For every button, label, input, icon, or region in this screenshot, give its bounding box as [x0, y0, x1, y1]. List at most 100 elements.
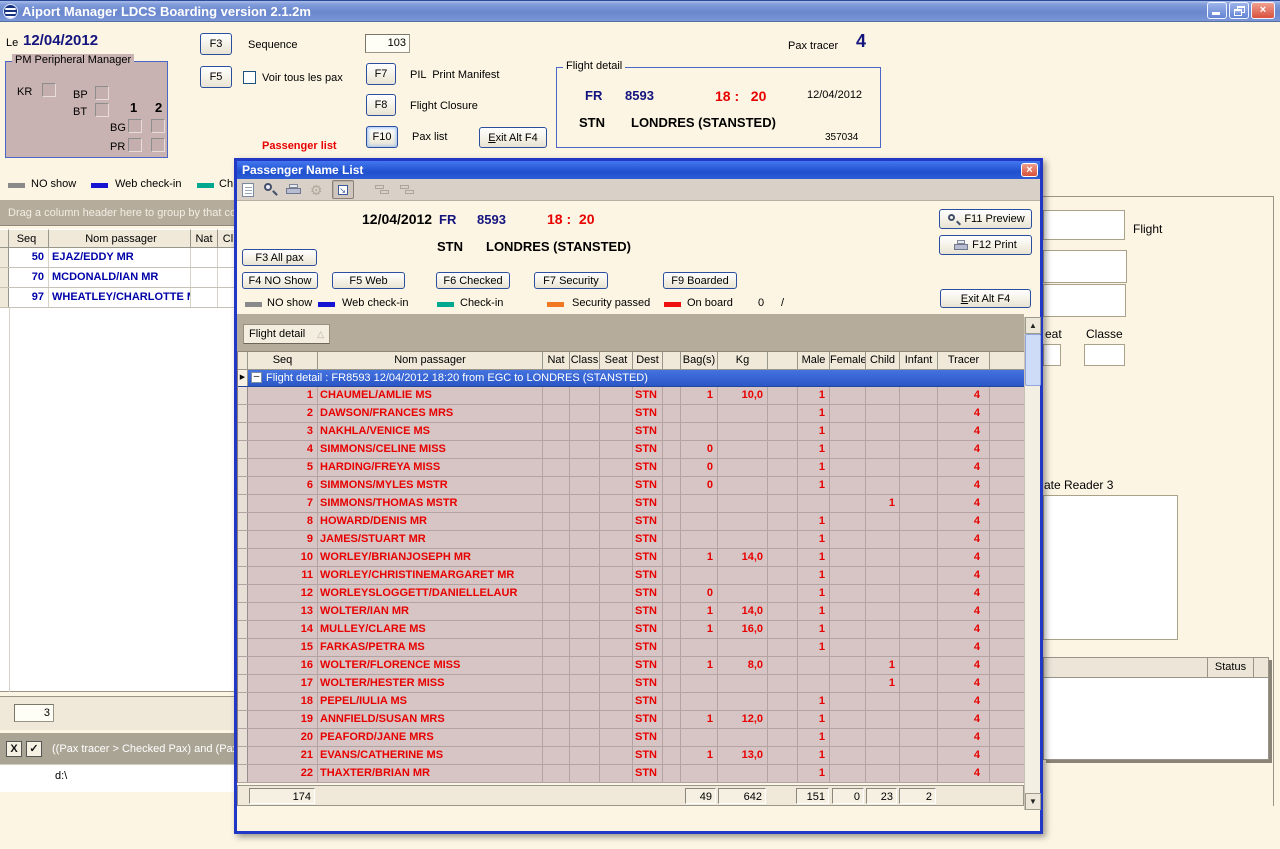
collapse-group-icon[interactable]: –: [251, 372, 262, 383]
f7-label: PIL Print Manifest: [410, 69, 499, 81]
pnl-column-header[interactable]: Seq: [248, 352, 318, 370]
f7-button[interactable]: F7: [366, 63, 396, 85]
passenger-row[interactable]: 16WOLTER/FLORENCE MISSSTN18,014: [238, 657, 1024, 675]
bg-box-2[interactable]: [151, 119, 165, 133]
passenger-row[interactable]: 19ANNFIELD/SUSAN MRSSTN112,014: [238, 711, 1024, 729]
passenger-row[interactable]: 9JAMES/STUART MRSTN14: [238, 531, 1024, 549]
pr-label: PR: [110, 141, 125, 153]
classe-input[interactable]: [1084, 344, 1125, 366]
pnl-column-header[interactable]: Bag(s): [681, 352, 718, 370]
input-box-3[interactable]: [1043, 284, 1126, 317]
passenger-row[interactable]: 12WORLEYSLOGGETT/DANIELLELAURSTN014: [238, 585, 1024, 603]
bg-passenger-row[interactable]: 50EJAZ/EDDY MR: [0, 248, 238, 268]
export-icon[interactable]: ↘: [332, 180, 354, 199]
f5-web-button[interactable]: F5 Web: [332, 272, 405, 289]
passenger-row[interactable]: 17WOLTER/HESTER MISSSTN14: [238, 675, 1024, 693]
pnl-column-header[interactable]: Seat: [600, 352, 633, 370]
passenger-row[interactable]: 7SIMMONS/THOMAS MSTRSTN14: [238, 495, 1024, 513]
f5-button[interactable]: F5: [200, 66, 232, 88]
seat-input[interactable]: [1043, 344, 1061, 366]
pnl-column-header[interactable]: Male: [798, 352, 830, 370]
scroll-thumb[interactable]: [1025, 334, 1041, 386]
passenger-row[interactable]: 1CHAUMEL/AMLIE MSSTN110,014: [238, 387, 1024, 405]
passenger-row[interactable]: 5HARDING/FREYA MISSSTN014: [238, 459, 1024, 477]
f11-preview-button[interactable]: F11 Preview: [939, 209, 1032, 229]
bg-box-1[interactable]: [128, 119, 142, 133]
minimize-button[interactable]: [1207, 2, 1227, 19]
kr-box[interactable]: [42, 83, 56, 97]
f7-security-button[interactable]: F7 Security: [534, 272, 608, 289]
f3-all-pax-button[interactable]: F3 All pax: [242, 249, 317, 266]
passenger-row[interactable]: 15FARKAS/PETRA MSSTN14: [238, 639, 1024, 657]
print-icon[interactable]: [286, 184, 301, 196]
passenger-row[interactable]: 10WORLEY/BRIANJOSEPH MRSTN114,014: [238, 549, 1024, 567]
passenger-row[interactable]: 22THAXTER/BRIAN MRSTN14: [238, 765, 1024, 783]
pnl-column-header[interactable]: Nom passager: [318, 352, 543, 370]
input-box-2[interactable]: [1043, 250, 1127, 283]
pnl-column-header[interactable]: [663, 352, 681, 370]
f3-button[interactable]: F3: [200, 33, 232, 55]
bt-box[interactable]: [95, 103, 109, 117]
passenger-row[interactable]: 14MULLEY/CLARE MSSTN116,014: [238, 621, 1024, 639]
grid-indicator-header[interactable]: [238, 352, 248, 370]
f8-button[interactable]: F8: [366, 94, 396, 116]
grid-cell: 4: [938, 765, 990, 782]
pnl-close-button[interactable]: ×: [1021, 163, 1038, 177]
status-column-header[interactable]: Status: [1208, 658, 1254, 677]
pnl-column-header[interactable]: Child: [866, 352, 900, 370]
settings-gear-icon[interactable]: ⚙: [310, 183, 323, 197]
pnl-column-header[interactable]: [768, 352, 798, 370]
passenger-row[interactable]: 11WORLEY/CHRISTINEMARGARET MRSTN14: [238, 567, 1024, 585]
f12-print-button[interactable]: F12 Print: [939, 235, 1032, 255]
pnl-column-header[interactable]: Dest: [633, 352, 663, 370]
pnl-exit-button[interactable]: Exit Alt F4: [940, 289, 1031, 308]
bp-box[interactable]: [95, 86, 109, 100]
f4-noshow-button[interactable]: F4 NO Show: [242, 272, 318, 289]
passenger-row[interactable]: 18PEPEL/IULIA MSSTN14: [238, 693, 1024, 711]
passenger-row[interactable]: 3NAKHLA/VENICE MSSTN14: [238, 423, 1024, 441]
group-tab-flight-detail[interactable]: Flight detail △: [243, 324, 330, 344]
flight-input[interactable]: [1043, 210, 1125, 240]
pnl-column-header[interactable]: Kg: [718, 352, 768, 370]
close-button[interactable]: ×: [1251, 2, 1275, 19]
preview-icon[interactable]: [263, 183, 277, 197]
grid-vertical-scrollbar[interactable]: ▲ ▼: [1024, 317, 1040, 810]
restore-button[interactable]: [1229, 2, 1249, 19]
desktop: Aiport Manager LDCS Boarding version 2.1…: [0, 0, 1280, 849]
f10-button[interactable]: F10: [366, 126, 398, 148]
pnl-column-header[interactable]: Class: [570, 352, 600, 370]
pnl-column-header[interactable]: Tracer: [938, 352, 990, 370]
group-by-hint-bar[interactable]: Drag a column header here to group by th…: [0, 200, 238, 226]
passenger-row[interactable]: 8HOWARD/DENIS MRSTN14: [238, 513, 1024, 531]
pnl-column-header[interactable]: Female: [830, 352, 866, 370]
bg-passenger-row[interactable]: 97WHEATLEY/CHARLOTTE MS: [0, 288, 238, 308]
pnl-column-header[interactable]: [990, 352, 1024, 370]
sequence-input[interactable]: 103: [365, 34, 410, 53]
passenger-row[interactable]: 13WOLTER/IAN MRSTN114,014: [238, 603, 1024, 621]
scroll-up-button[interactable]: ▲: [1025, 317, 1041, 334]
f6-checked-button[interactable]: F6 Checked: [436, 272, 510, 289]
bg-passenger-row[interactable]: 70MCDONALD/IAN MR: [0, 268, 238, 288]
pnl-column-header[interactable]: Nat: [543, 352, 570, 370]
bg-col-nom[interactable]: Nom passager: [49, 229, 191, 248]
f9-boarded-button[interactable]: F9 Boarded: [663, 272, 737, 289]
clear-filter-button[interactable]: X: [6, 741, 22, 757]
pr-box-2[interactable]: [151, 138, 165, 152]
bg-col-seq[interactable]: Seq: [9, 229, 49, 248]
filter-checkbox[interactable]: ✓: [26, 741, 42, 757]
pr-box-1[interactable]: [128, 138, 142, 152]
passenger-row[interactable]: 6SIMMONS/MYLES MSTRSTN014: [238, 477, 1024, 495]
passenger-row[interactable]: 21EVANS/CATHERINE MSSTN113,014: [238, 747, 1024, 765]
passenger-row[interactable]: 2DAWSON/FRANCES MRSSTN14: [238, 405, 1024, 423]
scroll-down-button[interactable]: ▼: [1025, 793, 1041, 810]
page-setup-icon[interactable]: [242, 183, 254, 197]
passenger-row[interactable]: 4SIMMONS/CELINE MISSSTN014: [238, 441, 1024, 459]
pnl-column-header[interactable]: Infant: [900, 352, 938, 370]
group-collapse-icon[interactable]: [400, 184, 416, 196]
exit-button-main[interactable]: Exit Alt F4: [479, 127, 547, 148]
passenger-row[interactable]: 20PEAFORD/JANE MRSSTN14: [238, 729, 1024, 747]
voir-tous-checkbox[interactable]: [243, 71, 256, 84]
bg-col-nat[interactable]: Nat: [191, 229, 218, 248]
group-row[interactable]: ▶ – Flight detail : FR8593 12/04/2012 18…: [238, 370, 1024, 387]
group-expand-icon[interactable]: [375, 184, 391, 196]
